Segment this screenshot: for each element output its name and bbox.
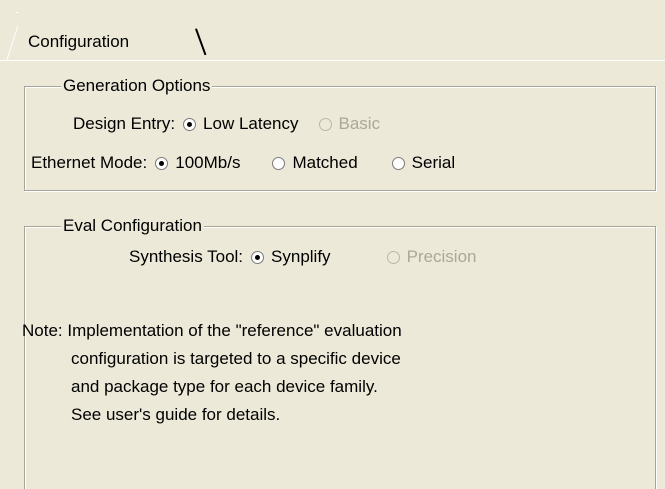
radio-serial-label: Serial [411,153,456,172]
ethernet-mode-label: Ethernet Mode: [31,153,148,172]
radio-100mbs-label: 100Mb/s [175,153,241,172]
synthesis-tool-row: Synthesis Tool: Synplify Precision [129,246,496,268]
radio-basic-dot [318,117,332,131]
radio-precision-label: Precision [406,247,477,266]
generation-options-group: Generation Options Design Entry: Low Lat… [24,76,656,191]
radio-synplify[interactable]: Synplify [251,247,331,267]
tab-configuration[interactable]: Configuration [18,12,207,60]
radio-matched-label: Matched [292,153,358,172]
tab-configuration-label: Configuration [28,32,130,51]
radio-basic-label: Basic [338,114,381,133]
note-line-3: and package type for each device family. [71,377,378,396]
note-line-2: configuration is targeted to a specific … [71,349,401,368]
radio-low-latency-label: Low Latency [203,114,299,133]
radio-serial-dot[interactable] [391,156,405,170]
radio-matched-dot[interactable] [272,156,286,170]
panel-top-border [0,60,665,61]
eval-configuration-group: Eval Configuration Synthesis Tool: Synpl… [22,216,656,489]
generation-options-title: Generation Options [61,76,213,96]
synthesis-tool-label: Synthesis Tool: [129,247,244,266]
design-entry-row: Design Entry: Low Latency Basic [73,113,400,135]
radio-low-latency[interactable]: Low Latency [183,114,299,134]
radio-precision: Precision [386,247,477,267]
ethernet-mode-row: Ethernet Mode: 100Mb/s Matched Serial [31,152,475,174]
radio-100mbs-dot[interactable] [155,156,169,170]
note-text: Note: Implementation of the "reference" … [22,317,402,429]
note-line-4: See user's guide for details. [71,405,281,424]
radio-low-latency-dot[interactable] [183,117,197,131]
tab-strip: Configuration [0,0,665,64]
radio-matched[interactable]: Matched [272,153,358,173]
radio-synplify-label: Synplify [271,247,331,266]
radio-synplify-dot[interactable] [251,250,265,264]
radio-100mbs[interactable]: 100Mb/s [155,153,240,173]
note-line-1: Note: Implementation of the "reference" … [22,321,402,340]
radio-basic: Basic [318,114,381,134]
radio-serial[interactable]: Serial [391,153,456,173]
eval-configuration-title: Eval Configuration [61,216,204,236]
radio-precision-dot [386,250,400,264]
design-entry-label: Design Entry: [73,114,176,133]
tab-edge [195,28,207,56]
